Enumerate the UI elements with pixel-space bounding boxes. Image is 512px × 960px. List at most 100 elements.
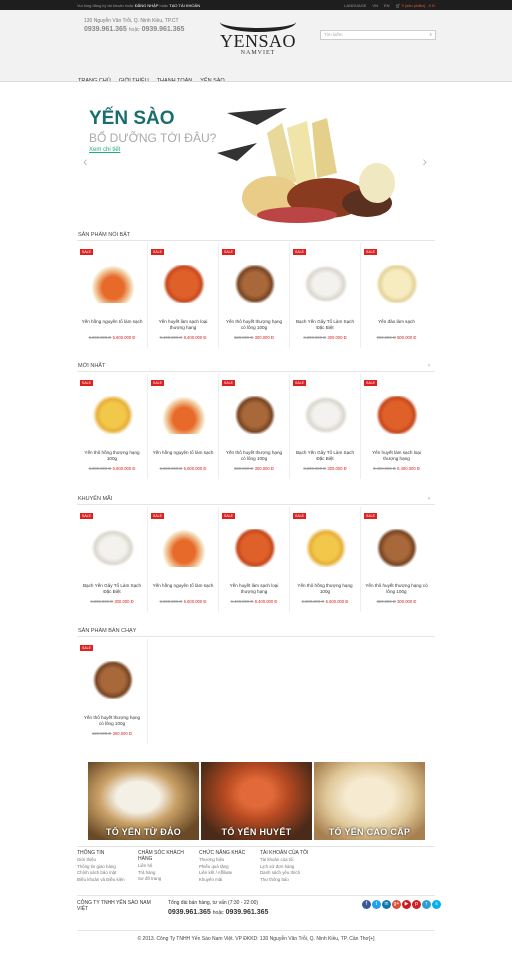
footer-link[interactable]: Điều khoản và Điều kiện (77, 877, 138, 884)
product-card[interactable]: SALE Bạch Yến Gây Tổ Làm Sạch Đặc Biệt 3… (290, 374, 361, 479)
banner-more-link[interactable]: Xem chi tiết (89, 147, 120, 153)
linkedin-icon[interactable]: in (382, 900, 391, 909)
youtube-icon[interactable]: ▶ (402, 900, 411, 909)
product-card[interactable]: SALE Yến thô huyết thượng hạng có lông 1… (77, 639, 148, 744)
product-card[interactable]: SALE Yến hồng nguyên tổ làm sạch 6.800.0… (148, 374, 219, 479)
footer-link[interactable]: Liên kết / Affiliate (199, 870, 260, 877)
product-name[interactable]: Yến huyết làm sạch loại thượng hạng (223, 583, 285, 595)
sale-badge: SALE (222, 380, 235, 386)
search-icon[interactable]: ⌕ (429, 31, 432, 39)
register-link[interactable]: TẠO TÀI KHOẢN (169, 3, 200, 8)
product-image[interactable] (375, 396, 419, 434)
product-card[interactable]: SALE Yến thô huyết thượng hạng có lông 1… (219, 243, 290, 348)
product-card[interactable]: SALE Yến huyết làm sạch loại thượng hạng… (148, 243, 219, 348)
header-phone-2: 0939.961.365 (141, 26, 185, 33)
product-card[interactable]: SALE Yến thô huyết thượng hạng có lông 1… (361, 507, 432, 612)
product-name[interactable]: Yến thô hồng thượng hạng 100g (294, 583, 356, 595)
nav-divider (0, 81, 512, 82)
product-image[interactable] (304, 265, 348, 303)
product-image[interactable] (304, 529, 348, 567)
product-card[interactable]: SALE Bạch Yến Gây Tổ Làm Sạch Đặc Biệt 3… (77, 507, 148, 612)
product-name[interactable]: Yến huyết làm sạch loại thượng hạng (365, 450, 428, 462)
footer-columns: THÔNG TIN Giới thiệu Thông tin giao hàng… (77, 850, 321, 883)
product-image[interactable] (375, 529, 419, 567)
footer-link[interactable]: Tài khoản của tôi (260, 857, 321, 864)
product-image[interactable] (162, 396, 206, 434)
promo-tile-island-nest[interactable]: TỔ YẾN TỪ ĐẢO (88, 762, 199, 840)
rss-icon[interactable]: r (422, 900, 431, 909)
product-image[interactable] (304, 396, 348, 434)
footer-link[interactable]: Thông tin giao hàng (77, 864, 138, 871)
promo-tile-blood-nest[interactable]: TỔ YẾN HUYẾT (201, 762, 312, 840)
product-card[interactable]: SALE Yến thô huyết thượng hạng có lông 1… (219, 374, 290, 479)
header-phone-or: hoặc (128, 27, 140, 33)
banner-next-icon[interactable]: › (422, 153, 427, 169)
footer-link[interactable]: Danh sách yêu thích (260, 870, 321, 877)
site-logo[interactable]: YENSAO NAMVIET (218, 22, 298, 56)
lang-vi-button[interactable]: VN (372, 3, 378, 8)
header-phone-1: 0939.961.365 (84, 26, 127, 33)
footer-link[interactable]: Khuyến mãi (199, 877, 260, 884)
footer-link[interactable]: Liên hệ (138, 863, 199, 870)
product-name[interactable]: Bạch Yến Gây Tổ Làm Sạch Đặc Biệt (294, 319, 356, 331)
facebook-icon[interactable]: f (362, 900, 371, 909)
product-name[interactable]: Yến hồng nguyên tổ làm sạch (152, 450, 214, 456)
footer-link[interactable]: Trả hàng (138, 870, 199, 877)
product-name[interactable]: Bạch Yến Gây Tổ Làm Sạch Đặc Biệt (81, 583, 143, 595)
chevron-right-icon[interactable]: › (428, 363, 430, 369)
product-image[interactable] (91, 661, 135, 699)
promo-tile-premium-nest[interactable]: TỔ YẾN CAO CẤP (314, 762, 425, 840)
hero-banner[interactable]: YẾN SÀO BỔ DƯỠNG TỚI ĐÂU? Xem chi tiết ‹… (77, 93, 437, 233)
twitter-icon[interactable]: t (372, 900, 381, 909)
chevron-right-icon[interactable]: › (428, 496, 430, 502)
product-name[interactable]: Yến thô huyết thượng hạng có lông 100g (365, 583, 428, 595)
product-card[interactable]: SALE Yến huyết làm sạch loại thượng hạng… (361, 374, 432, 479)
product-name[interactable]: Yến đảo làm sạch (365, 319, 428, 325)
product-image[interactable] (375, 265, 419, 303)
footer-link[interactable]: Phiếu quà tặng (199, 864, 260, 871)
product-image[interactable] (91, 529, 135, 567)
old-price: 320.000 Đ (92, 731, 112, 736)
google-plus-icon[interactable]: g+ (392, 900, 401, 909)
footer-link[interactable]: Sơ đồ trang (138, 876, 199, 883)
product-name[interactable]: Yến thô hồng thượng hạng 100g (81, 450, 143, 462)
product-name[interactable]: Yến hồng nguyên tổ làm sạch (152, 583, 214, 589)
footer-link[interactable]: Chính sách bảo mật (77, 870, 138, 877)
skype-icon[interactable]: s (432, 900, 441, 909)
product-image[interactable] (162, 529, 206, 567)
footer-link[interactable]: Lịch sử đơn hàng (260, 864, 321, 871)
product-row-promotions: SALE Bạch Yến Gây Tổ Làm Sạch Đặc Biệt 3… (77, 507, 432, 612)
footer-link[interactable]: Giới thiệu (77, 857, 138, 864)
product-image[interactable] (233, 396, 277, 434)
product-name[interactable]: Yến thô huyết thượng hạng có lông 100g (223, 450, 285, 462)
product-image[interactable] (233, 529, 277, 567)
product-row-featured: SALE Yến hồng nguyên tổ làm sạch 6.800.0… (77, 243, 432, 348)
lang-en-button[interactable]: EN (384, 3, 390, 8)
product-image[interactable] (162, 265, 206, 303)
product-card[interactable]: SALE Yến thô hồng thượng hạng 100g 6.800… (77, 374, 148, 479)
product-name[interactable]: Bạch Yến Gây Tổ Làm Sạch Đặc Biệt (294, 450, 356, 462)
banner-prev-icon[interactable]: ‹ (83, 153, 88, 169)
footer-link[interactable]: Thư thông báo (260, 877, 321, 884)
product-name[interactable]: Yến thô huyết thượng hạng có lông 100g (223, 319, 285, 331)
pinterest-icon[interactable]: p (412, 900, 421, 909)
old-price: 6.800.000 Đ (159, 466, 183, 471)
search-input[interactable]: Tìm kiếm ⌕ (320, 30, 436, 40)
product-name[interactable]: Yến thô huyết thượng hạng có lông 100g (81, 715, 143, 727)
product-name[interactable]: Yến hồng nguyên tổ làm sạch (81, 319, 143, 325)
product-name[interactable]: Yến huyết làm sạch loại thượng hạng (152, 319, 214, 331)
product-row-newest: SALE Yến thô hồng thượng hạng 100g 6.800… (77, 374, 432, 479)
login-link[interactable]: ĐĂNG NHẬP (135, 3, 159, 8)
product-image[interactable] (233, 265, 277, 303)
product-image[interactable] (91, 396, 135, 434)
footer-link[interactable]: Thương hiệu (199, 857, 260, 864)
cart-link[interactable]: 🛒 0 (sản phẩm) - 0 Đ (396, 3, 435, 8)
product-image[interactable] (91, 265, 135, 303)
product-card[interactable]: SALE Yến hồng nguyên tổ làm sạch 6.800.0… (148, 507, 219, 612)
product-card[interactable]: SALE Yến hồng nguyên tổ làm sạch 6.800.0… (77, 243, 148, 348)
product-card[interactable]: SALE Bạch Yến Gây Tổ Làm Sạch Đặc Biệt 3… (290, 243, 361, 348)
product-card[interactable]: SALE Yến huyết làm sạch loại thượng hạng… (219, 507, 290, 612)
product-card[interactable]: SALE Yến đảo làm sạch 900.000 Đ 800.000 … (361, 243, 432, 348)
product-card[interactable]: SALE Yến thô hồng thượng hạng 100g 6.800… (290, 507, 361, 612)
old-price: 6.800.000 Đ (159, 599, 183, 604)
